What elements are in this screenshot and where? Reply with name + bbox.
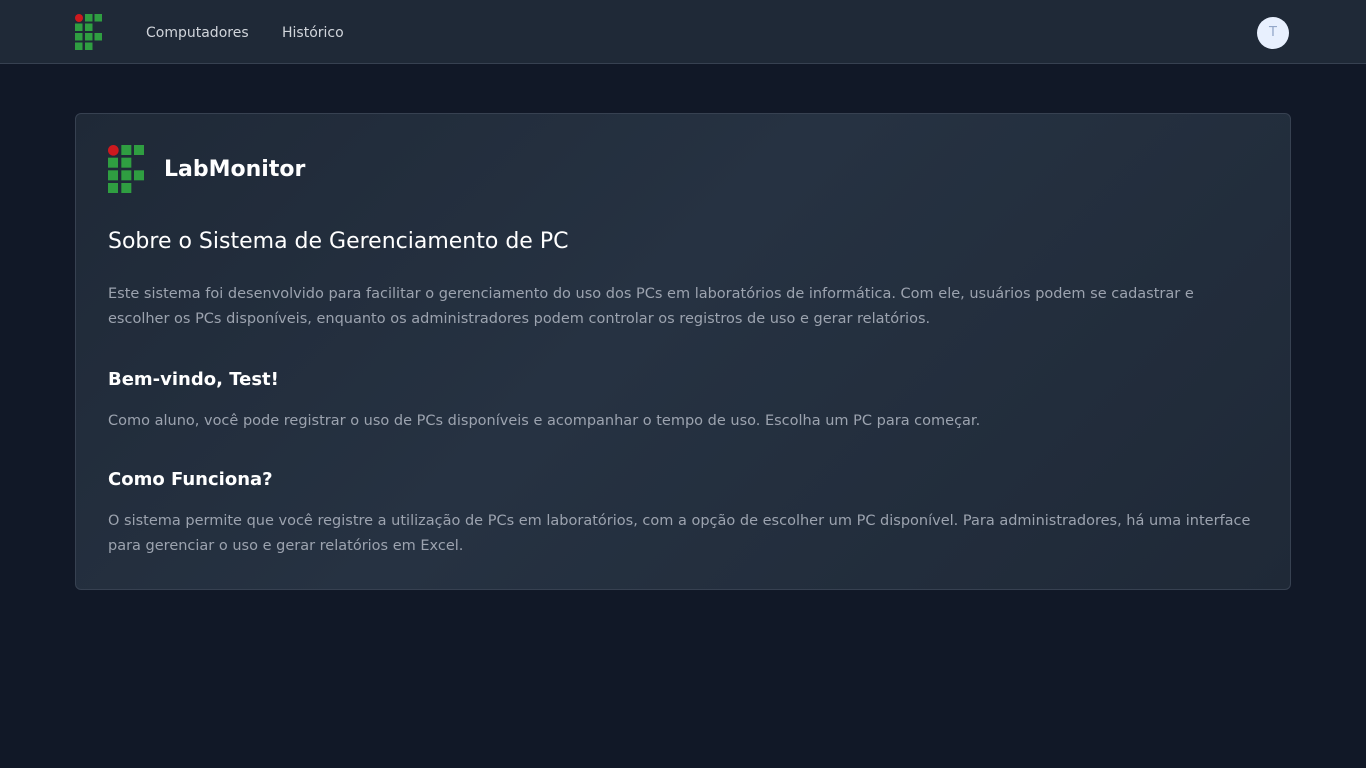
about-heading: Sobre o Sistema de Gerenciamento de PC [108,229,569,254]
how-it-works-heading: Como Funciona? [108,469,273,490]
if-logo-icon[interactable] [75,14,102,50]
nav-link-historico[interactable]: Histórico [282,24,344,42]
welcome-text: Como aluno, você pode registrar o uso de… [108,413,981,429]
user-avatar[interactable]: T [1257,17,1289,49]
nav-link-computadores[interactable]: Computadores [146,24,249,42]
how-it-works-text: O sistema permite que você registre a ut… [108,513,1251,554]
about-card: LabMonitor Sobre o Sistema de Gerenciame… [75,113,1291,590]
brand-name: LabMonitor [164,157,306,182]
welcome-heading: Bem-vindo, Test! [108,369,279,390]
if-logo-icon [108,145,144,193]
about-text: Este sistema foi desenvolvido para facil… [108,286,1194,327]
top-navbar: Computadores Histórico T [0,0,1366,64]
